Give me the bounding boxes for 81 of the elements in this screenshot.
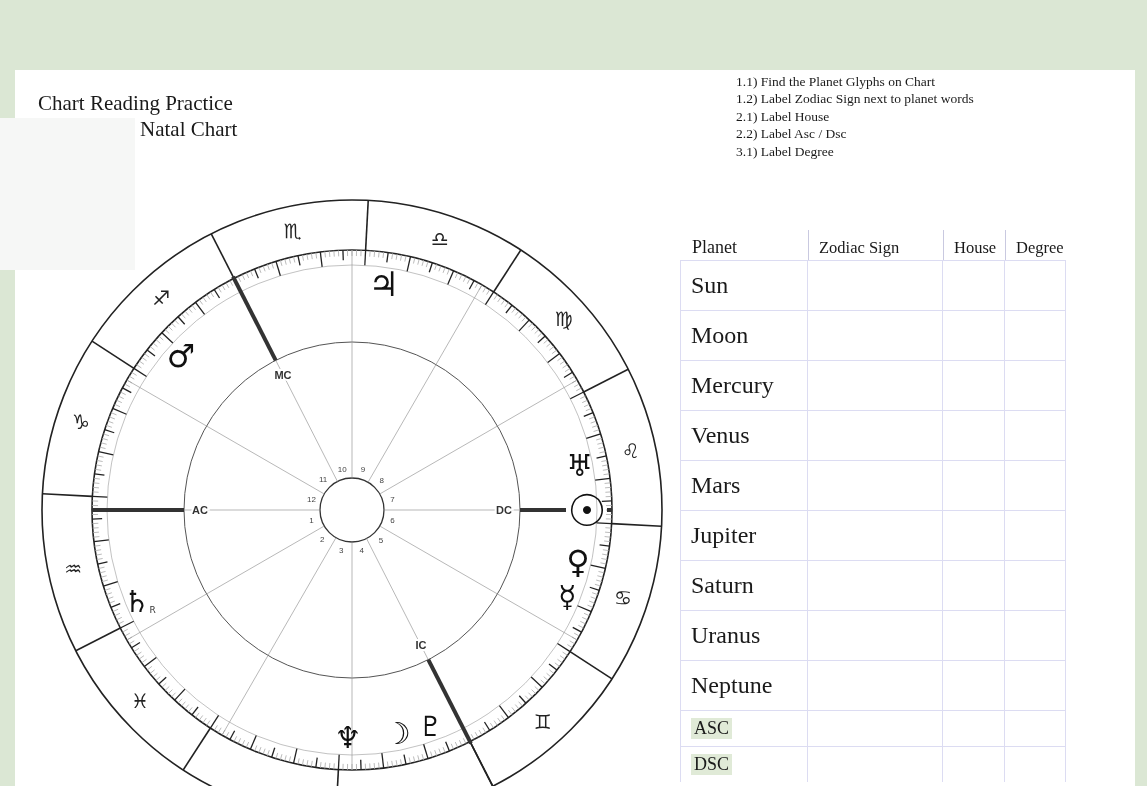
answer-cell: [1005, 410, 1066, 461]
zodiac-sign: ♊: [533, 709, 552, 734]
house-number: 11: [318, 475, 328, 485]
answer-cell: [943, 510, 1005, 561]
instruction-text: 2.2) Label Asc / Dsc: [736, 125, 847, 143]
instruction-text: 2.1) Label House: [736, 107, 830, 126]
answer-cell: [943, 710, 1005, 747]
angle-label: DC: [496, 504, 512, 516]
column-header: Degree: [1005, 230, 1066, 261]
house-number: 10: [337, 464, 347, 474]
answer-cell: [943, 360, 1005, 411]
answer-cell: [1005, 460, 1066, 511]
planet-name: Mars: [691, 472, 741, 500]
answer-cell: [1005, 610, 1066, 661]
zodiac-sign: ♍: [554, 307, 573, 332]
planet-glyph: ☉: [567, 484, 607, 536]
planet-name: DSC: [691, 754, 732, 776]
answer-cell: [943, 660, 1005, 711]
house-number: 1: [309, 516, 314, 526]
planet-glyph: ♀: [566, 543, 590, 582]
instruction-text: 3.1) Label Degree: [736, 142, 834, 161]
answer-cell: [943, 310, 1005, 361]
column-header: Planet: [691, 236, 738, 260]
answer-cell: [1005, 660, 1066, 711]
answer-cell: [943, 410, 1005, 461]
house-number: 9: [360, 464, 366, 474]
planet-name: ASC: [691, 718, 732, 740]
planet-glyph: ♄: [123, 583, 151, 619]
planet-glyph: ♆: [334, 720, 362, 756]
planet-name: Uranus: [691, 622, 761, 650]
column-header: House: [943, 230, 1005, 261]
zodiac-sign: ♌: [621, 438, 640, 463]
zodiac-sign: ♓: [131, 688, 150, 713]
planet-name: Sun: [691, 272, 729, 300]
answer-cell: [1005, 510, 1066, 561]
zodiac-sign: ♎: [431, 226, 450, 251]
planet-name: Neptune: [691, 672, 773, 700]
answer-cell: [1005, 260, 1066, 311]
planet-name: Saturn: [691, 572, 754, 600]
house-number: 7: [390, 494, 395, 504]
zodiac-sign: ♐: [152, 286, 171, 311]
planet-glyph: ♃: [368, 264, 399, 305]
angle-label: MC: [274, 368, 292, 381]
planet-glyph: ☽: [384, 715, 411, 751]
answer-cell: [943, 260, 1005, 311]
house-number: 8: [379, 475, 384, 485]
worksheet-subtitle: Natal Chart: [140, 116, 238, 142]
angle-label: AC: [192, 504, 208, 516]
zodiac-sign: ♒: [64, 557, 83, 582]
column-header: Zodiac Sign: [808, 230, 943, 261]
planet-name: Mercury: [691, 372, 774, 400]
planet-name: Jupiter: [691, 522, 757, 550]
zodiac-sign: ♋: [614, 586, 632, 611]
answer-cell: [943, 610, 1005, 661]
house-number: 3: [338, 546, 344, 556]
house-number: 6: [390, 516, 395, 526]
house-number: 4: [359, 546, 365, 556]
zodiac-sign: ♑: [72, 409, 90, 434]
answer-cell: [943, 560, 1005, 611]
house-number: 2: [320, 535, 325, 545]
answer-cell: [1005, 746, 1066, 783]
house-number: 5: [378, 535, 384, 545]
answer-cell: [1005, 360, 1066, 411]
answer-cell: [943, 746, 1005, 783]
planet-name: Moon: [691, 322, 749, 350]
planet-glyph: ☿: [557, 579, 577, 615]
worksheet-title: Chart Reading Practice: [38, 90, 233, 116]
planet-glyph: ♅: [566, 448, 594, 484]
answer-cell: [1005, 710, 1066, 747]
retrograde-mark: R: [149, 605, 156, 616]
answer-cell: [943, 460, 1005, 511]
answer-cell: [1005, 310, 1066, 361]
answer-cell: [1005, 560, 1066, 611]
angle-label: IC: [415, 639, 427, 652]
planet-name: Venus: [691, 422, 750, 450]
planet-glyph: ♇: [418, 709, 444, 743]
planet-glyph: ♂: [166, 337, 196, 376]
house-number: 12: [307, 494, 316, 504]
zodiac-sign: ♏: [283, 219, 302, 244]
instruction-text: 1.2) Label Zodiac Sign next to planet words: [736, 90, 974, 108]
instruction-text: 1.1) Find the Planet Glyphs on Chart: [736, 73, 936, 91]
